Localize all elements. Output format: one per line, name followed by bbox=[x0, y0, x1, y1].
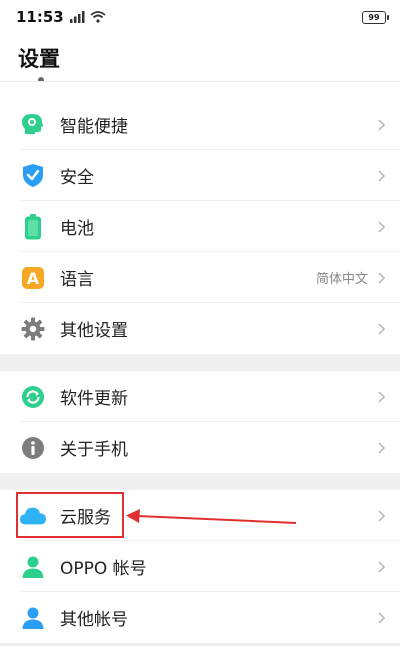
page-title: 设置 bbox=[18, 46, 60, 71]
battery-indicator: 99 bbox=[362, 10, 389, 24]
settings-item-label: 其他帐号 bbox=[60, 610, 128, 630]
language-icon: A bbox=[20, 265, 46, 291]
chevron-right-icon bbox=[376, 441, 388, 455]
wifi-icon bbox=[90, 11, 106, 23]
settings-item-other-accounts[interactable]: 其他帐号 bbox=[0, 592, 400, 643]
page-header: 设置 bbox=[0, 34, 400, 82]
chevron-right-icon bbox=[376, 611, 388, 625]
chevron-right-icon bbox=[376, 169, 388, 183]
language-value: 简体中文 bbox=[315, 272, 368, 287]
shield-icon bbox=[20, 163, 46, 189]
status-bar: 11:53 99 bbox=[0, 0, 400, 34]
smart-assist-icon bbox=[20, 112, 46, 138]
settings-item-label: 语言 bbox=[60, 270, 94, 290]
chevron-right-icon bbox=[376, 390, 388, 404]
user-accounts-icon bbox=[20, 605, 46, 631]
settings-item-other-settings[interactable]: 其他设置 bbox=[0, 303, 400, 354]
settings-item-label: 关于手机 bbox=[60, 440, 128, 460]
settings-item-label: 软件更新 bbox=[60, 389, 128, 409]
user-icon bbox=[20, 554, 46, 580]
settings-item-about-phone[interactable]: 关于手机 bbox=[0, 422, 400, 473]
group-divider bbox=[0, 354, 400, 371]
settings-list: 智能便捷 安全 电池 A 语言 简体中文 其他设置 软件更新 关于手机 云服务 … bbox=[0, 99, 400, 646]
signal-icon bbox=[69, 11, 85, 23]
status-time: 11:53 bbox=[16, 8, 64, 26]
settings-item-software-update[interactable]: 软件更新 bbox=[0, 371, 400, 422]
refresh-icon bbox=[20, 384, 46, 410]
highlight-box bbox=[16, 492, 124, 538]
battery-icon bbox=[20, 213, 46, 240]
chevron-right-icon bbox=[376, 322, 388, 336]
chevron-right-icon bbox=[376, 220, 388, 234]
settings-item-battery[interactable]: 电池 bbox=[0, 201, 400, 252]
chevron-right-icon bbox=[376, 271, 388, 285]
settings-item-security[interactable]: 安全 bbox=[0, 150, 400, 201]
chevron-right-icon bbox=[376, 509, 388, 523]
chevron-right-icon bbox=[376, 560, 388, 574]
gear-icon bbox=[20, 316, 46, 342]
svg-text:A: A bbox=[27, 269, 40, 288]
settings-item-label: 电池 bbox=[60, 219, 94, 239]
settings-item-label: 安全 bbox=[60, 168, 94, 188]
info-icon bbox=[20, 435, 46, 461]
settings-item-oppo-account[interactable]: OPPO 帐号 bbox=[0, 541, 400, 592]
settings-item-label: 智能便捷 bbox=[60, 117, 128, 137]
settings-item-label: 其他设置 bbox=[60, 321, 128, 341]
settings-item-smart-assist[interactable]: 智能便捷 bbox=[0, 99, 400, 150]
chevron-right-icon bbox=[376, 118, 388, 132]
settings-item-language[interactable]: A 语言 简体中文 bbox=[0, 252, 400, 303]
group-divider bbox=[0, 473, 400, 490]
settings-item-label: OPPO 帐号 bbox=[60, 559, 147, 579]
